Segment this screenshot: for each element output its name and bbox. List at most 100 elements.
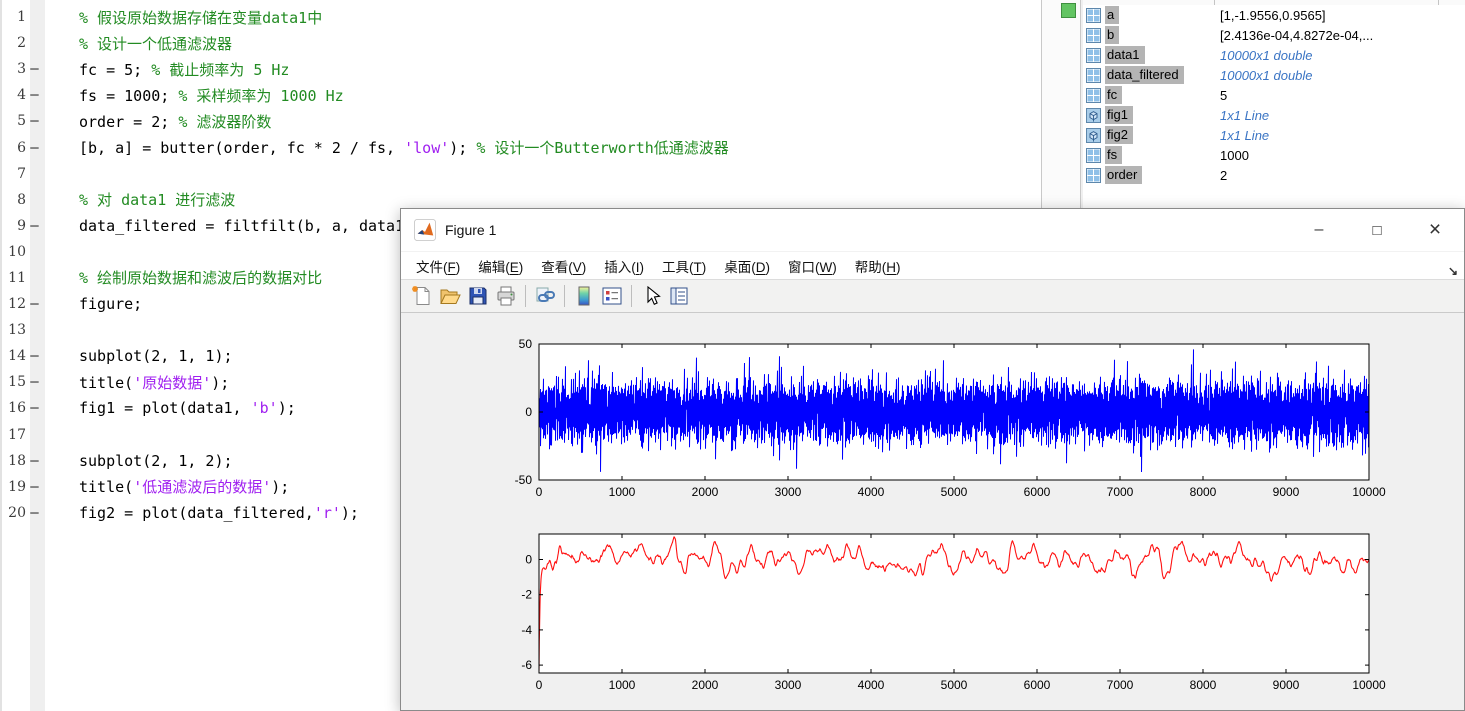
save-figure-icon[interactable] <box>466 284 490 308</box>
executable-line-marker[interactable]: – <box>26 374 43 390</box>
executable-line-marker[interactable]: – <box>26 505 43 521</box>
line-number: 3 <box>2 61 26 77</box>
close-button[interactable]: × <box>1406 209 1464 251</box>
executable-line-marker[interactable]: – <box>26 453 43 469</box>
code-text: fs = 1000; % 采样频率为 1000 Hz <box>43 85 344 106</box>
matrix-icon <box>1086 48 1101 63</box>
property-inspector-icon[interactable] <box>667 284 691 308</box>
svg-text:50: 50 <box>519 337 533 351</box>
workspace-row-b[interactable]: b [2.4136e-04,4.8272e-04,... <box>1083 25 1465 45</box>
line-number: 1 <box>2 9 26 25</box>
line-number: 11 <box>2 270 26 286</box>
variable-name[interactable]: b <box>1105 26 1119 44</box>
code-line[interactable]: 7 <box>2 161 1041 187</box>
insert-colorbar-icon[interactable] <box>572 284 596 308</box>
workspace-row-fs[interactable]: fs 1000 <box>1083 145 1465 165</box>
matrix-icon <box>1086 8 1101 23</box>
new-figure-icon[interactable] <box>410 284 434 308</box>
svg-text:8000: 8000 <box>1190 485 1217 499</box>
print-figure-icon[interactable] <box>494 284 518 308</box>
svg-text:6000: 6000 <box>1024 485 1051 499</box>
variable-name[interactable]: a <box>1105 6 1119 24</box>
figure-titlebar[interactable]: Figure 1 –□× <box>401 209 1464 251</box>
link-plot-icon[interactable] <box>533 284 557 308</box>
line-number: 12 <box>2 296 26 312</box>
code-text: data_filtered = filtfilt(b, a, data1); <box>43 217 422 235</box>
workspace-row-fig1[interactable]: fig11x1 Line <box>1083 105 1465 125</box>
svg-text:5000: 5000 <box>941 485 968 499</box>
code-text: % 设计一个低通滤波器 <box>43 33 232 54</box>
svg-text:2000: 2000 <box>692 678 719 692</box>
variable-name[interactable]: data_filtered <box>1105 66 1184 84</box>
dock-figure-icon[interactable]: ↘ <box>1448 264 1458 278</box>
insert-legend-icon[interactable] <box>600 284 624 308</box>
open-file-icon[interactable] <box>438 284 462 308</box>
figure-window-title: Figure 1 <box>445 209 496 251</box>
variable-name[interactable]: fig1 <box>1105 106 1133 124</box>
line-number: 7 <box>2 166 26 182</box>
variable-value: [1,-1.9556,0.9565] <box>1220 8 1326 23</box>
code-line[interactable]: 2 % 设计一个低通滤波器 <box>2 30 1041 56</box>
variable-name[interactable]: order <box>1105 166 1142 184</box>
code-line[interactable]: 6–[b, a] = butter(order, fc * 2 / fs, 'l… <box>2 134 1041 160</box>
workspace-row-fc[interactable]: fc5 <box>1083 85 1465 105</box>
code-line[interactable]: 1% 假设原始数据存储在变量data1中 <box>2 4 1041 30</box>
svg-text:-50: -50 <box>515 473 533 487</box>
workspace-row-order[interactable]: order 2 <box>1083 165 1465 185</box>
code-line[interactable]: 3–fc = 5; % 截止频率为 5 Hz <box>2 56 1041 82</box>
variable-value: 2 <box>1220 168 1227 183</box>
subplots-svg: 0100020003000400050006000700080009000100… <box>401 313 1464 710</box>
variable-name[interactable]: fig2 <box>1105 126 1133 144</box>
menu-i[interactable]: 插入(I) <box>595 256 653 276</box>
menu-e[interactable]: 编辑(E) <box>469 256 532 276</box>
menu-d[interactable]: 桌面(D) <box>715 256 779 276</box>
code-line[interactable]: 5–order = 2; % 滤波器阶数 <box>2 108 1041 134</box>
variable-name[interactable]: fs <box>1105 146 1122 164</box>
variable-value: [2.4136e-04,4.8272e-04,... <box>1220 28 1373 43</box>
executable-line-marker[interactable]: – <box>26 218 43 234</box>
menu-t[interactable]: 工具(T) <box>653 256 715 276</box>
executable-line-marker[interactable]: – <box>26 479 43 495</box>
svg-text:0: 0 <box>525 405 532 419</box>
menu-f[interactable]: 文件(F) <box>407 256 469 276</box>
figure-canvas: 0100020003000400050006000700080009000100… <box>401 313 1464 710</box>
matrix-icon <box>1086 68 1101 83</box>
line-number: 5 <box>2 113 26 129</box>
executable-line-marker[interactable]: – <box>26 140 43 156</box>
toolbar-separator <box>525 285 526 307</box>
code-text: figure; <box>43 295 142 313</box>
line-number: 2 <box>2 35 26 51</box>
variable-value: 10000x1 double <box>1220 68 1313 83</box>
executable-line-marker[interactable]: – <box>26 61 43 77</box>
workspace-row-a[interactable]: a [1,-1.9556,0.9565] <box>1083 5 1465 25</box>
executable-line-marker[interactable]: – <box>26 400 43 416</box>
svg-text:9000: 9000 <box>1273 678 1300 692</box>
workspace-row-data_filtered[interactable]: data_filtered 10000x1 double <box>1083 65 1465 85</box>
executable-line-marker[interactable]: – <box>26 87 43 103</box>
menu-v[interactable]: 查看(V) <box>532 256 595 276</box>
matrix-icon <box>1086 28 1101 43</box>
minimize-button[interactable]: – <box>1290 209 1348 251</box>
window-controls: –□× <box>1290 209 1464 251</box>
object-icon <box>1086 128 1101 143</box>
code-text: fig2 = plot(data_filtered,'r'); <box>43 504 359 522</box>
variable-value: 1000 <box>1220 148 1249 163</box>
executable-line-marker[interactable]: – <box>26 296 43 312</box>
executable-line-marker[interactable]: – <box>26 113 43 129</box>
line-number: 16 <box>2 400 26 416</box>
line-number: 6 <box>2 140 26 156</box>
menu-w[interactable]: 窗口(W) <box>779 256 846 276</box>
svg-text:-2: -2 <box>521 588 532 602</box>
maximize-button[interactable]: □ <box>1348 209 1406 251</box>
code-line[interactable]: 4–fs = 1000; % 采样频率为 1000 Hz <box>2 82 1041 108</box>
variable-value: 10000x1 double <box>1220 48 1313 63</box>
menu-h[interactable]: 帮助(H) <box>846 256 910 276</box>
edit-plot-icon[interactable] <box>639 284 663 308</box>
variable-name[interactable]: data1 <box>1105 46 1145 64</box>
executable-line-marker[interactable]: – <box>26 348 43 364</box>
code-analyzer-indicator[interactable] <box>1061 3 1076 18</box>
svg-text:10000: 10000 <box>1352 678 1386 692</box>
variable-name[interactable]: fc <box>1105 86 1122 104</box>
workspace-row-fig2[interactable]: fig21x1 Line <box>1083 125 1465 145</box>
workspace-row-data1[interactable]: data1 10000x1 double <box>1083 45 1465 65</box>
